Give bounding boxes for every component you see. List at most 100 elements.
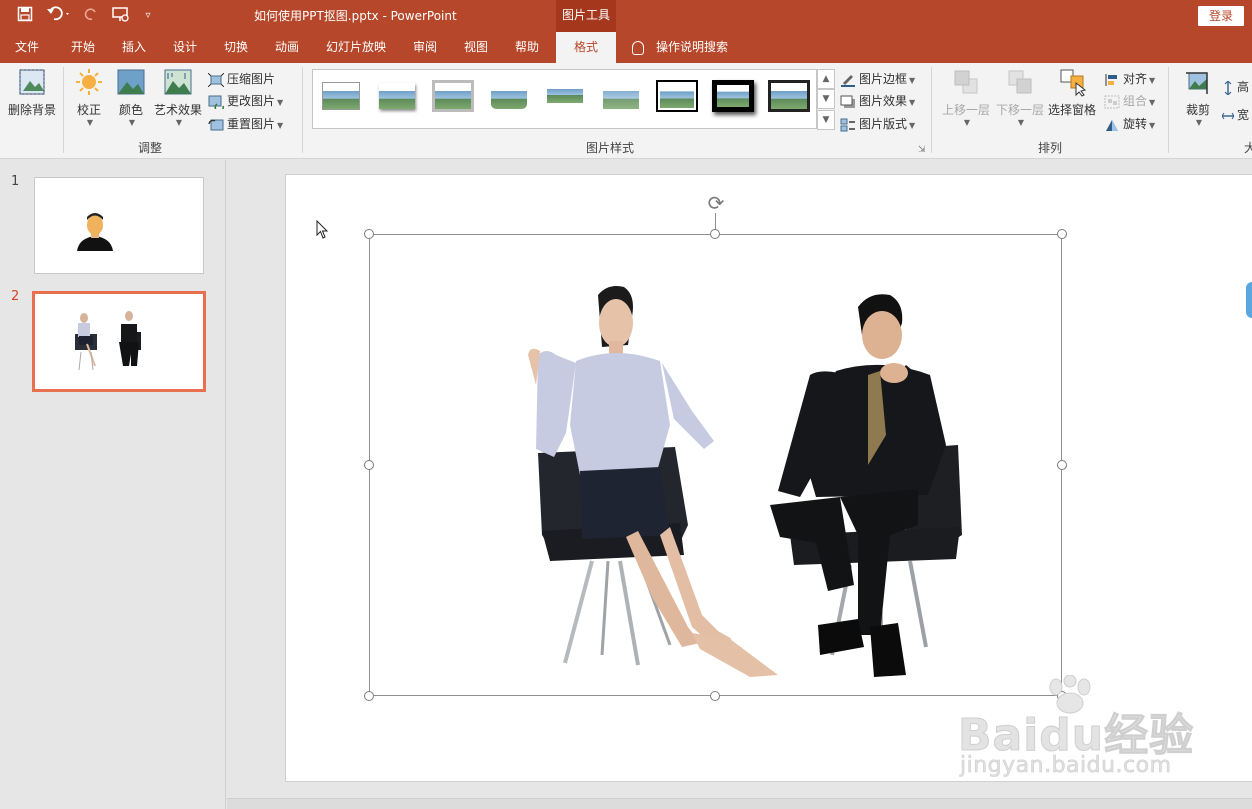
undo-icon[interactable] — [44, 6, 74, 26]
customize-icon[interactable]: ▿ — [140, 6, 156, 26]
remove-background-button[interactable]: 删除背景 — [4, 67, 60, 118]
tab-transitions[interactable]: 切换 — [212, 32, 260, 63]
cutout-people-picture — [528, 286, 962, 677]
tab-insert[interactable]: 插入 — [110, 32, 158, 63]
rotate-button[interactable]: 旋转 ▼ — [1104, 114, 1155, 134]
picture-style-metal-frame[interactable] — [768, 80, 810, 112]
tab-review[interactable]: 审阅 — [400, 32, 450, 63]
change-picture-button[interactable]: 更改图片 ▼ — [208, 91, 283, 112]
align-icon — [1104, 73, 1120, 87]
artistic-effects-icon — [163, 67, 193, 97]
change-picture-icon — [208, 95, 224, 112]
color-label: 颜色 — [118, 103, 143, 117]
picture-style-reflected[interactable] — [544, 80, 586, 112]
picture-color-icon — [116, 67, 146, 97]
tab-help[interactable]: 帮助 — [502, 32, 552, 63]
picture-styles-group-label: 图片样式 — [585, 141, 634, 155]
selection-pane-button[interactable]: 选择窗格 — [1046, 67, 1098, 118]
artistic-effects-label: 艺术效果 — [153, 103, 202, 117]
dialog-launcher-icon[interactable]: ⇲ — [918, 145, 926, 155]
group-icon — [1104, 95, 1120, 109]
rotate-handle-icon[interactable]: ⟳ — [704, 191, 728, 215]
picture-style-simple-frame[interactable] — [320, 80, 362, 112]
slide-number: 1 — [11, 174, 20, 189]
gallery-more[interactable]: ▼ — [817, 110, 835, 130]
selection-pane-label: 选择窗格 — [1047, 103, 1096, 117]
corrections-button[interactable]: 校正 ▼ — [70, 67, 108, 127]
resize-handle-bottom[interactable] — [710, 691, 720, 701]
chevron-down-icon: ▼ — [1017, 118, 1025, 127]
artistic-effects-button[interactable]: 艺术效果 ▼ — [152, 67, 204, 127]
separator — [302, 67, 303, 153]
resize-handle-top-left[interactable] — [364, 229, 374, 239]
chevron-down-icon: ▼ — [86, 118, 94, 127]
picture-style-soft-edge[interactable] — [600, 80, 642, 112]
picture-style-thick-matte[interactable] — [432, 80, 474, 112]
pen-icon — [840, 73, 856, 87]
width-label: 宽 — [1237, 108, 1250, 122]
tab-format[interactable]: 格式 — [556, 32, 616, 63]
crop-button[interactable]: 裁剪 ▼ — [1178, 67, 1218, 127]
mouse-cursor-icon — [316, 220, 329, 239]
picture-border-button[interactable]: 图片边框 ▼ — [840, 69, 915, 89]
color-button[interactable]: 颜色 ▼ — [112, 67, 150, 127]
chevron-down-icon: ▼ — [909, 121, 916, 130]
group-label: 组合 — [1123, 94, 1148, 108]
adjust-group-label: 调整 — [137, 141, 162, 155]
group-button[interactable]: 组合 ▼ — [1104, 91, 1155, 111]
picture-style-black-frame[interactable] — [656, 80, 698, 112]
slide-thumbnail-1[interactable] — [34, 177, 204, 274]
picture-effects-button[interactable]: 图片效果 ▼ — [840, 91, 915, 111]
ribbon-tabs: 文件 开始 插入 设计 切换 动画 幻灯片放映 审阅 视图 帮助 格式 操作说明… — [0, 32, 1252, 63]
selected-picture[interactable] — [364, 229, 1067, 701]
reset-picture-button[interactable]: 重置图片 ▼ — [208, 114, 283, 134]
resize-handle-right[interactable] — [1057, 460, 1067, 470]
compress-pictures-button[interactable]: 压缩图片 — [207, 69, 275, 89]
redo-icon[interactable] — [82, 6, 100, 26]
corrections-label: 校正 — [76, 103, 101, 117]
save-icon[interactable] — [14, 6, 36, 26]
resize-handle-bottom-left[interactable] — [364, 691, 374, 701]
gallery-scroll-down[interactable]: ▼ — [817, 89, 835, 109]
width-field[interactable]: 宽 — [1221, 105, 1250, 125]
width-icon — [1221, 109, 1235, 123]
picture-layout-label: 图片版式 — [859, 117, 908, 131]
layout-icon — [840, 118, 856, 132]
crop-icon — [1183, 67, 1213, 97]
resize-handle-top[interactable] — [710, 229, 720, 239]
gallery-scroll-up[interactable]: ▲ — [817, 69, 835, 89]
picture-style-black-shadow[interactable] — [712, 80, 754, 112]
tab-view[interactable]: 视图 — [452, 32, 500, 63]
send-backward-button[interactable]: 下移一层 ▼ — [992, 67, 1048, 127]
picture-layout-button[interactable]: 图片版式 ▼ — [840, 114, 915, 134]
baidu-jingyan-watermark: Baidu经验 jingyan.baidu.com — [957, 675, 1198, 785]
tab-slideshow[interactable]: 幻灯片放映 — [316, 32, 396, 63]
tell-me-search[interactable]: 操作说明搜索 — [630, 32, 728, 63]
lightbulb-icon — [632, 40, 644, 55]
picture-border-label: 图片边框 — [859, 72, 908, 86]
tab-design[interactable]: 设计 — [160, 32, 210, 63]
tab-animations[interactable]: 动画 — [262, 32, 312, 63]
resize-handle-top-right[interactable] — [1057, 229, 1067, 239]
bring-forward-label: 上移一层 — [941, 103, 990, 117]
two-people-chairs-image — [75, 311, 141, 371]
login-button[interactable]: 登录 — [1198, 6, 1244, 26]
title-bar: ▿ 如何使用PPT抠图.pptx - PowerPoint 图片工具 登录 — [0, 0, 1252, 32]
picture-style-soft-shadow[interactable] — [376, 80, 418, 112]
chevron-down-icon: ▼ — [128, 118, 136, 127]
slide-thumbnail-2[interactable] — [32, 291, 206, 392]
picture-style-rounded[interactable] — [488, 80, 530, 112]
present-icon[interactable] — [110, 6, 132, 26]
floating-assistant-edge[interactable] — [1246, 282, 1252, 318]
tab-home[interactable]: 开始 — [58, 32, 108, 63]
resize-handle-left[interactable] — [364, 460, 374, 470]
bring-forward-button[interactable]: 上移一层 ▼ — [938, 67, 994, 127]
height-field[interactable]: 高 — [1222, 77, 1249, 97]
chevron-down-icon: ▼ — [909, 98, 916, 107]
align-button[interactable]: 对齐 ▼ — [1104, 69, 1155, 89]
chevron-down-icon: ▼ — [277, 121, 284, 130]
picture-tools-context-label: 图片工具 — [556, 0, 616, 32]
reset-picture-label: 重置图片 — [227, 117, 276, 131]
tell-me-label: 操作说明搜索 — [656, 40, 729, 54]
tab-file[interactable]: 文件 — [0, 32, 54, 63]
